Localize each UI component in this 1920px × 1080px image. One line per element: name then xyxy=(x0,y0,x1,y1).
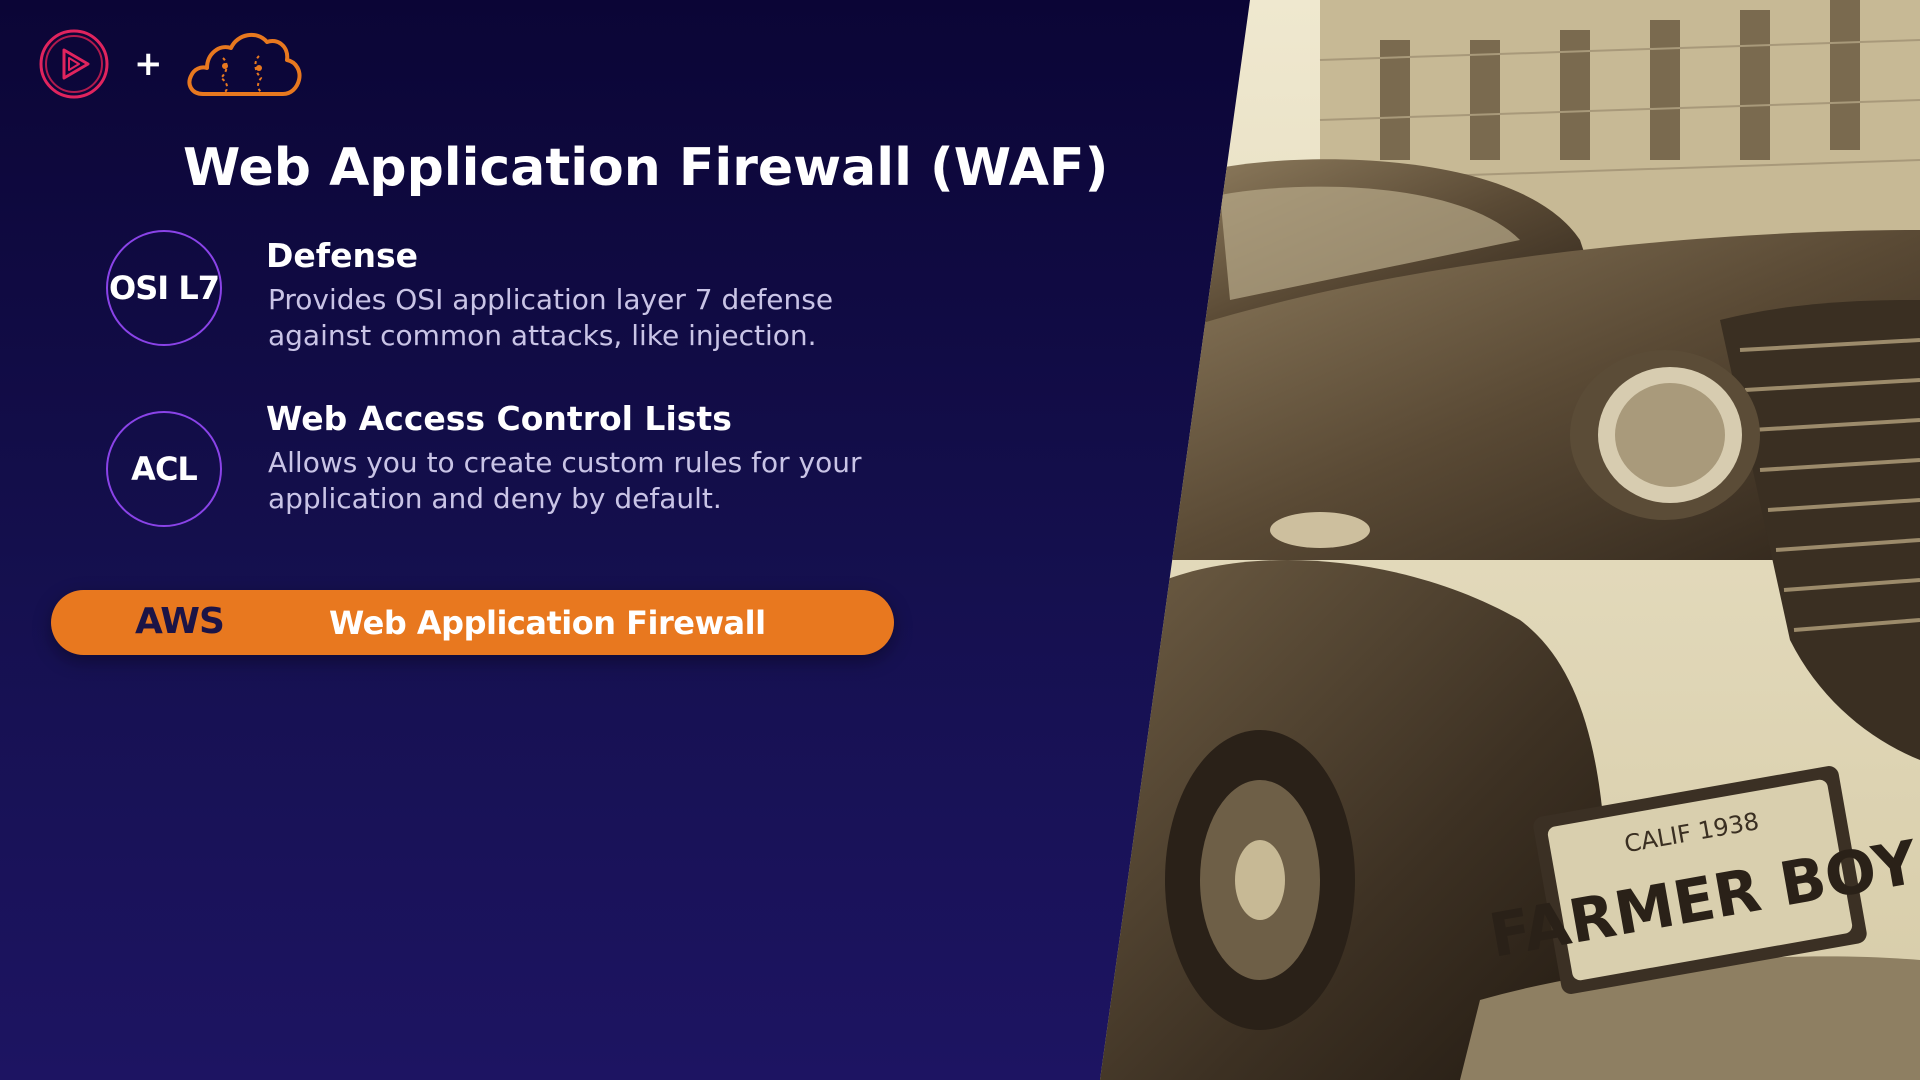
vintage-car-photo: CALIF 1938 FARMER BOY xyxy=(1100,0,1920,1080)
